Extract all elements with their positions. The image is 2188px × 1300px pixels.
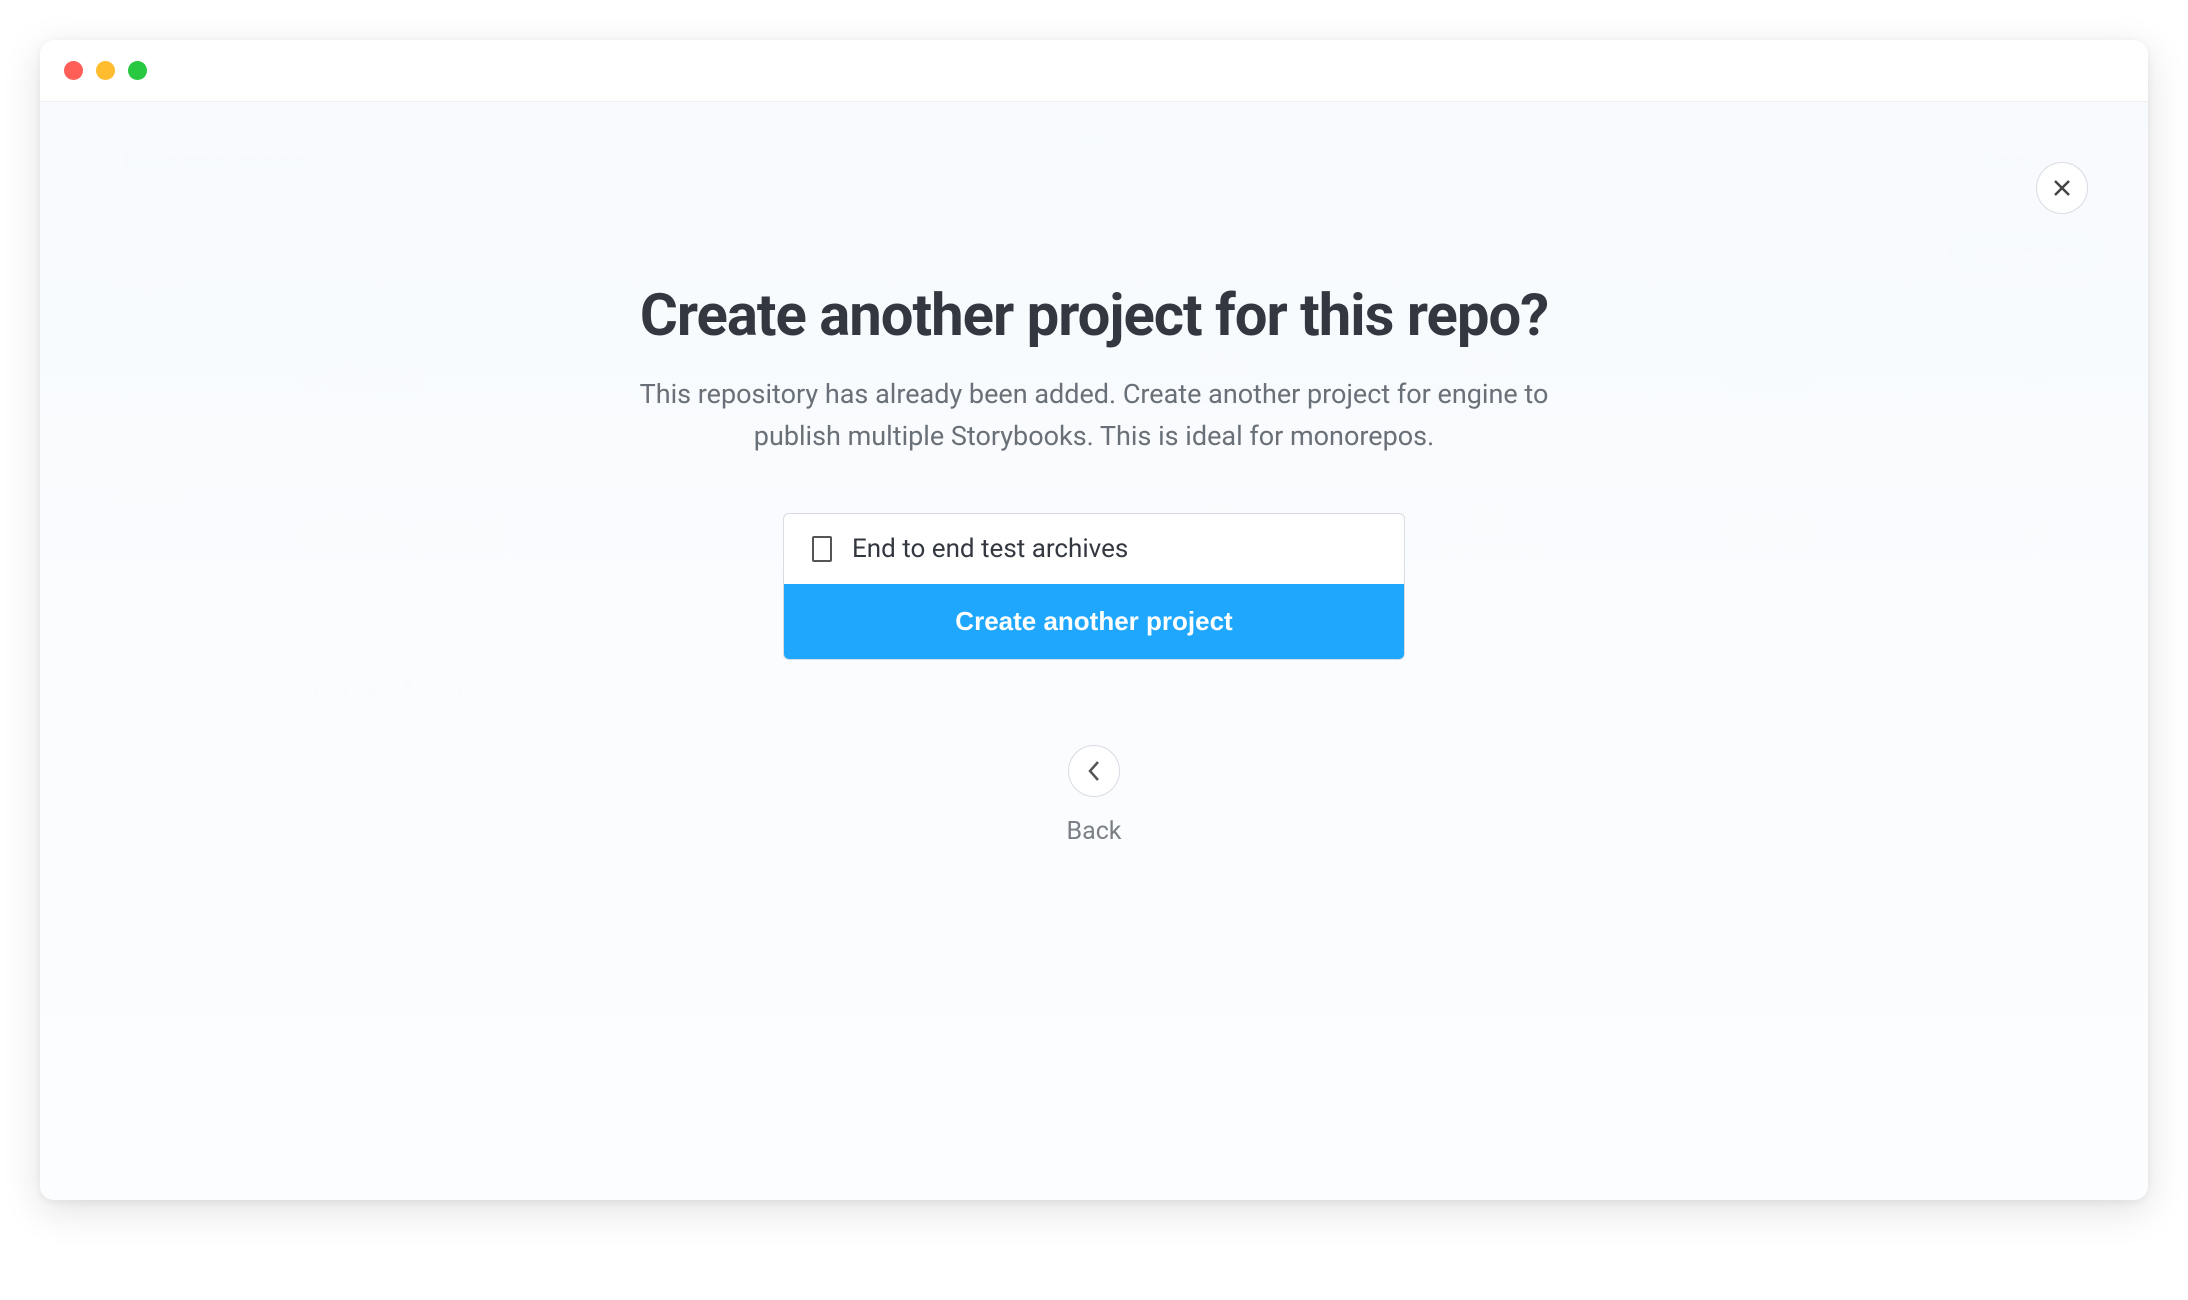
back-label: Back xyxy=(1067,817,1122,846)
back-button[interactable] xyxy=(1068,745,1120,797)
modal-title: Create another project for this repo? xyxy=(640,282,1548,350)
content-area: hichroma/engine Docs Projects Activi xyxy=(40,102,2148,1200)
close-icon xyxy=(2053,179,2071,197)
app-window: hichroma/engine Docs Projects Activi xyxy=(40,40,2148,1200)
window-close-button[interactable] xyxy=(64,61,83,80)
option-label: End to end test archives xyxy=(852,534,1128,564)
window-titlebar xyxy=(40,40,2148,102)
window-maximize-button[interactable] xyxy=(128,61,147,80)
window-minimize-button[interactable] xyxy=(96,61,115,80)
modal-subtitle: This repository has already been added. … xyxy=(594,374,1594,458)
close-button[interactable] xyxy=(2036,162,2088,214)
chevron-left-icon xyxy=(1087,760,1101,782)
document-icon xyxy=(812,536,832,562)
modal-overlay: Create another project for this repo? Th… xyxy=(40,102,2148,1200)
option-e2e-archives[interactable]: End to end test archives xyxy=(784,514,1404,584)
window-controls xyxy=(64,61,147,80)
back-section: Back xyxy=(1067,745,1122,846)
create-project-button[interactable]: Create another project xyxy=(784,584,1404,659)
option-box: End to end test archives Create another … xyxy=(783,513,1405,660)
